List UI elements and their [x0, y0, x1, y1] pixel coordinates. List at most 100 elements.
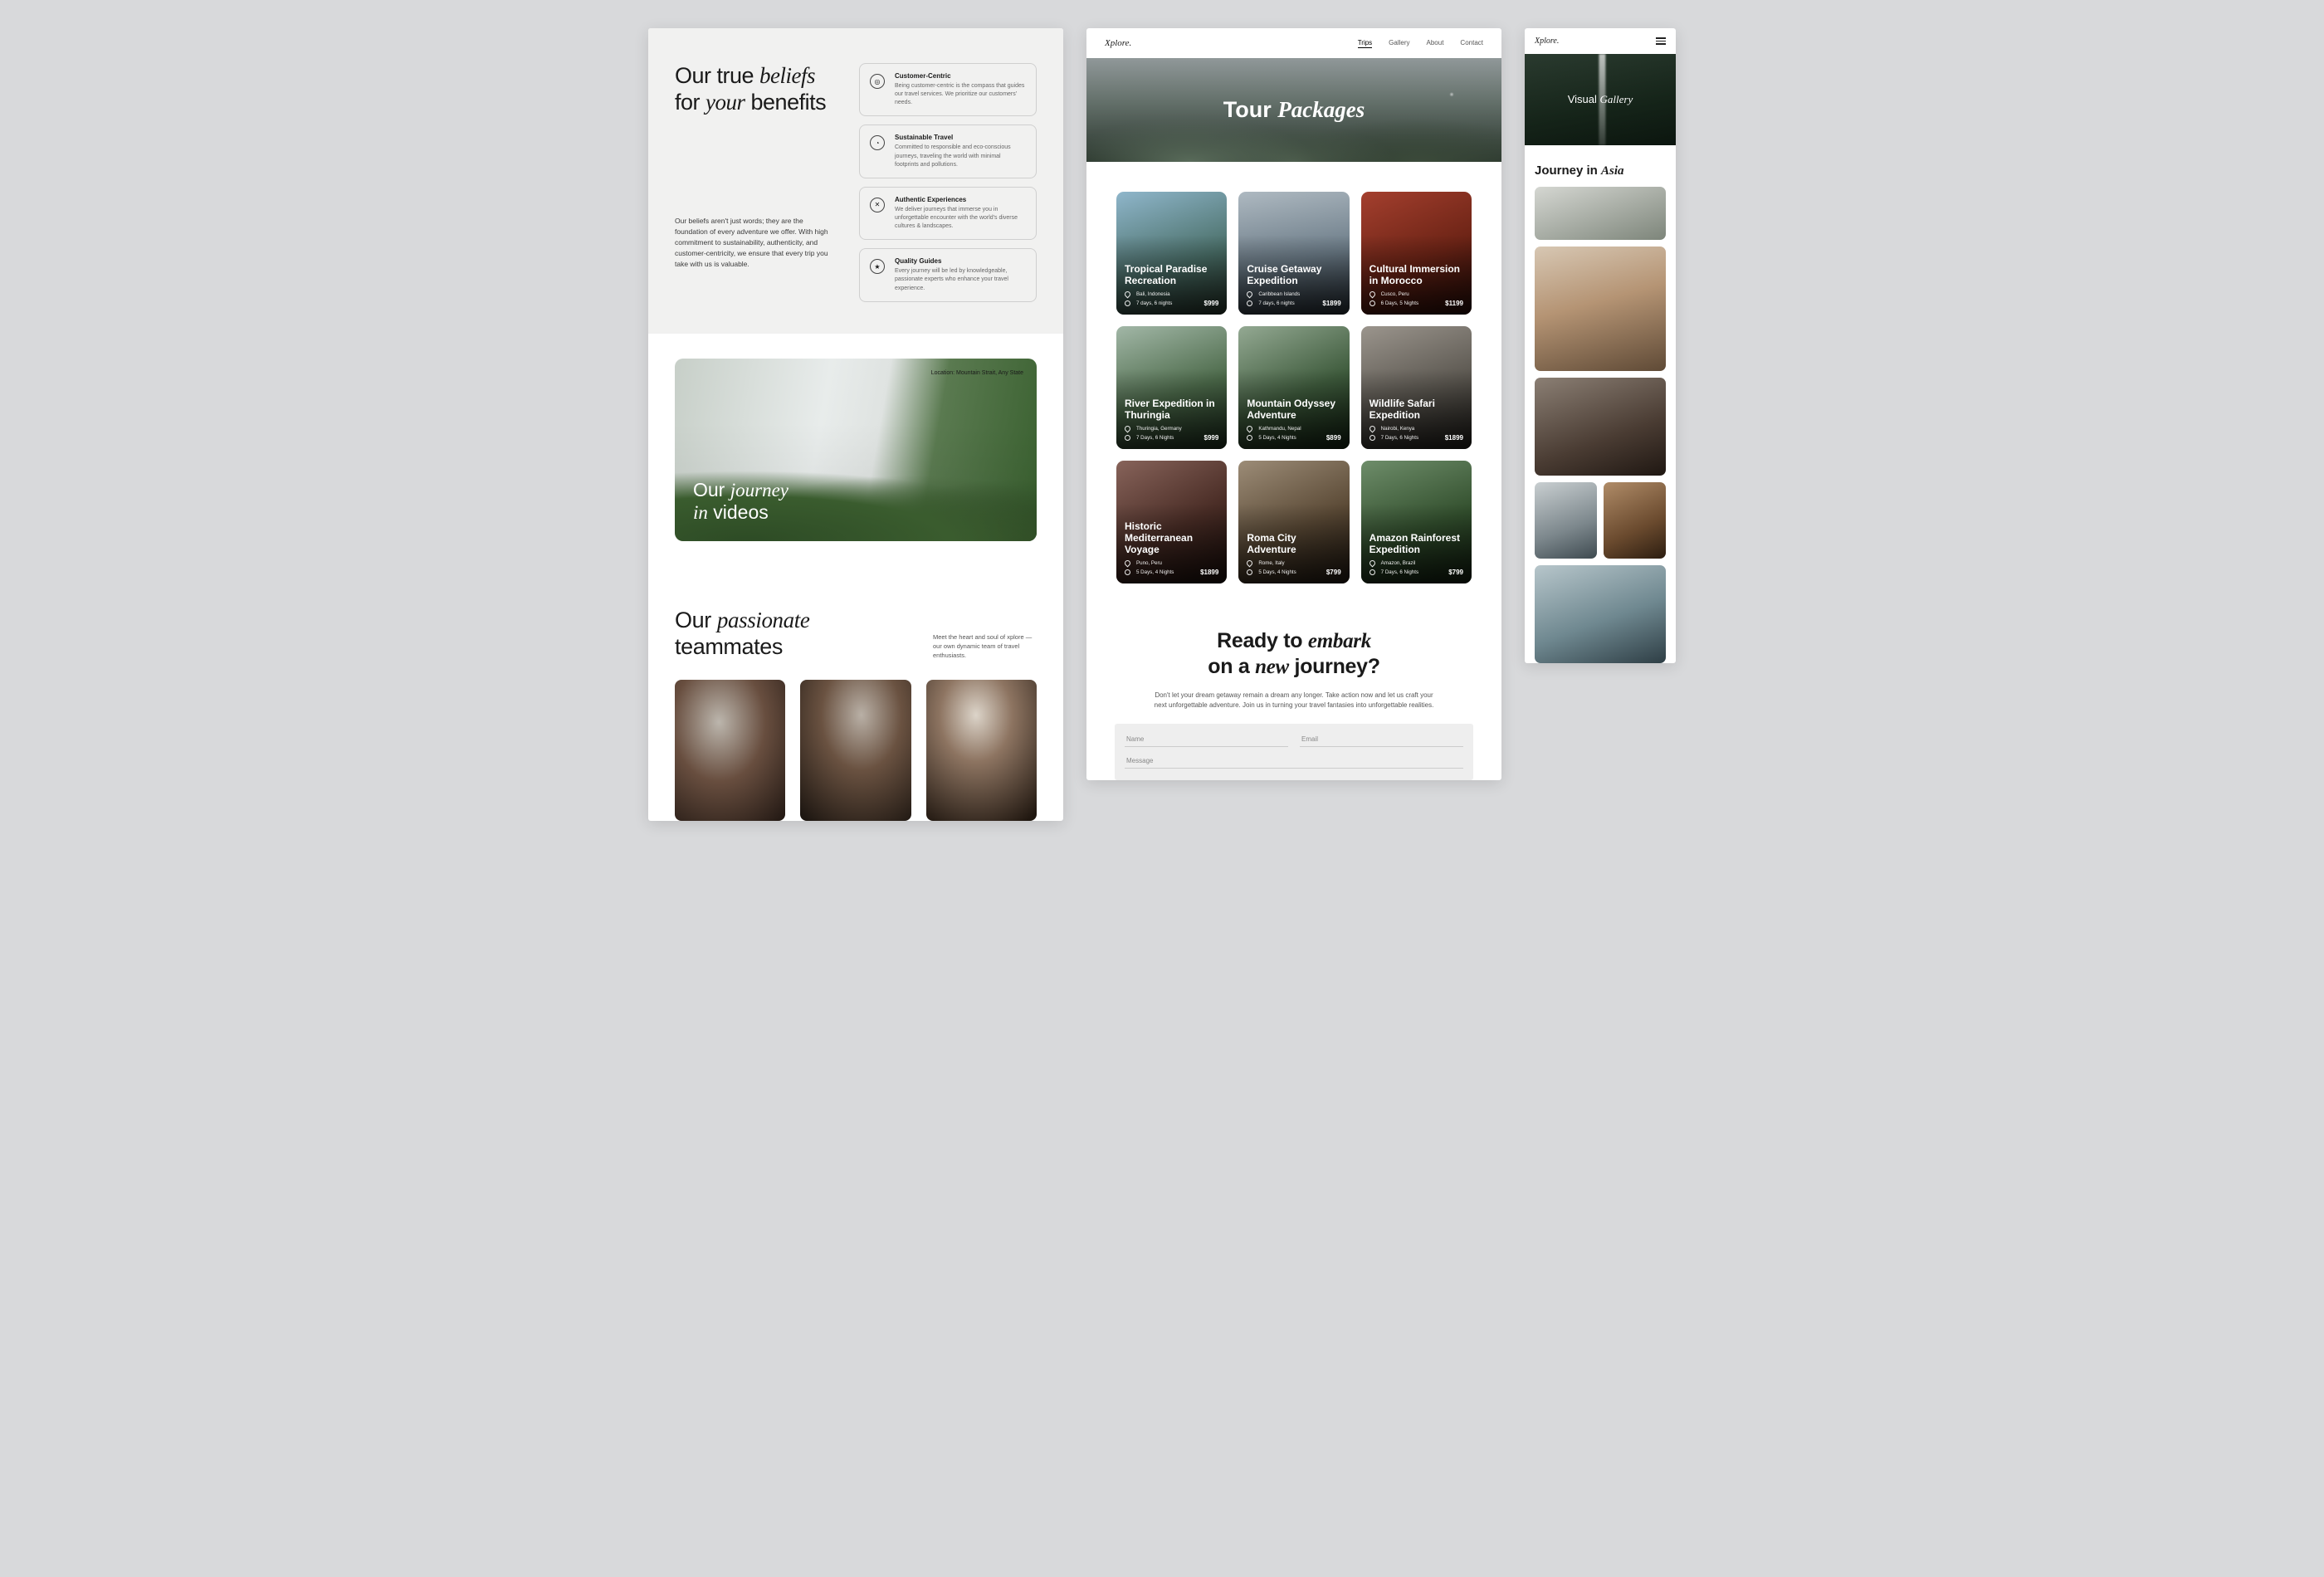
- email-input[interactable]: Email: [1300, 732, 1463, 747]
- tour-title: Wildlife Safari Expedition: [1370, 398, 1463, 421]
- tour-duration: 5 Days, 4 Nights: [1247, 569, 1296, 575]
- tour-title: Roma City Adventure: [1247, 532, 1340, 555]
- tour-price: $1899: [1445, 434, 1463, 442]
- gallery-image[interactable]: [1535, 482, 1597, 559]
- gallery-section-title: Journey in Asia: [1525, 145, 1676, 187]
- tour-duration: 6 Days, 5 Nights: [1370, 300, 1418, 306]
- brand-logo[interactable]: Xplore.: [1535, 37, 1559, 46]
- belief-card[interactable]: ✕ Authentic Experiences We deliver journ…: [859, 187, 1037, 240]
- beliefs-heading: Our true beliefs for your benefits: [675, 63, 837, 116]
- team-desc: Meet the heart and soul of xplore — our …: [933, 632, 1037, 661]
- tour-location: Rome, Italy: [1247, 560, 1340, 566]
- tour-title: Amazon Rainforest Expedition: [1370, 532, 1463, 555]
- hero: Tour Packages: [1086, 58, 1501, 162]
- tour-price: $799: [1326, 569, 1341, 576]
- nav-link-trips[interactable]: Trips: [1358, 39, 1372, 48]
- text-italic: passionate: [717, 608, 810, 632]
- video-title: Our journey in videos: [693, 479, 788, 525]
- top-nav: Xplore. Trips Gallery About Contact: [1086, 28, 1501, 58]
- tour-duration: 7 Days, 6 Nights: [1125, 435, 1174, 441]
- text: Our true: [675, 63, 759, 88]
- tour-location: Cusco, Peru: [1370, 291, 1463, 297]
- gallery-image[interactable]: [1535, 187, 1666, 240]
- belief-desc: Every journey will be led by knowledgeab…: [895, 267, 1026, 292]
- tour-location: Kathmandu, Nepal: [1247, 426, 1340, 432]
- hero-title: Tour Packages: [1223, 97, 1365, 123]
- contact-form: Name Email Message: [1115, 724, 1473, 780]
- hamburger-icon[interactable]: [1656, 37, 1666, 45]
- text-italic: Packages: [1277, 97, 1365, 122]
- belief-desc: We deliver journeys that immerse you in …: [895, 206, 1026, 231]
- tour-card[interactable]: Historic Mediterranean Voyage Puno, Peru…: [1116, 461, 1227, 583]
- tour-card[interactable]: Cruise Getaway Expedition Caribbean Isla…: [1238, 192, 1349, 315]
- nav-link-contact[interactable]: Contact: [1460, 39, 1483, 48]
- tour-location: Nairobi, Kenya: [1370, 426, 1463, 432]
- tour-duration: 5 Days, 4 Nights: [1125, 569, 1174, 575]
- belief-title: Customer-Centric: [895, 72, 1026, 80]
- team-grid: [675, 680, 1037, 821]
- tour-location: Caribbean Islands: [1247, 291, 1340, 297]
- tour-card[interactable]: River Expedition in Thuringia Thuringia,…: [1116, 326, 1227, 449]
- nav-link-gallery[interactable]: Gallery: [1389, 39, 1409, 48]
- text-italic: Gallery: [1600, 93, 1633, 105]
- gallery-image[interactable]: [1604, 482, 1666, 559]
- text-italic: your: [706, 90, 745, 115]
- tour-location: Bali, Indonesia: [1125, 291, 1218, 297]
- beliefs-section: Our true beliefs for your benefits Our b…: [648, 28, 1063, 334]
- tour-card[interactable]: Amazon Rainforest Expedition Amazon, Bra…: [1361, 461, 1472, 583]
- text-italic: new: [1255, 656, 1289, 678]
- text: Our: [675, 608, 717, 632]
- tour-duration: 7 Days, 6 Nights: [1370, 569, 1418, 575]
- message-input[interactable]: Message: [1125, 754, 1463, 769]
- belief-desc: Committed to responsible and eco-conscio…: [895, 144, 1026, 168]
- gallery-hero-title: Visual Gallery: [1568, 93, 1633, 106]
- gallery-grid: [1525, 187, 1676, 663]
- text: for: [675, 90, 706, 115]
- compass-icon: ✕: [870, 198, 885, 212]
- tour-title: Tropical Paradise Recreation: [1125, 263, 1218, 286]
- text-italic: embark: [1308, 630, 1371, 652]
- belief-title: Sustainable Travel: [895, 134, 1026, 141]
- tour-card[interactable]: Roma City Adventure Rome, Italy 5 Days, …: [1238, 461, 1349, 583]
- gallery-image[interactable]: [1535, 247, 1666, 371]
- tour-card[interactable]: Mountain Odyssey Adventure Kathmandu, Ne…: [1238, 326, 1349, 449]
- tour-title: River Expedition in Thuringia: [1125, 398, 1218, 421]
- text: Ready to: [1217, 629, 1308, 652]
- text: Visual: [1568, 93, 1600, 105]
- text: Our: [693, 479, 730, 500]
- video-location: Location: Mountain Strait, Any State: [931, 370, 1023, 376]
- tour-card[interactable]: Cultural Immersion in Morocco Cusco, Per…: [1361, 192, 1472, 315]
- tour-duration: 7 Days, 6 Nights: [1370, 435, 1418, 441]
- tour-price: $999: [1204, 434, 1219, 442]
- text: journey?: [1289, 655, 1380, 678]
- team-member-photo[interactable]: [800, 680, 911, 821]
- belief-card[interactable]: ◔ Sustainable Travel Committed to respon…: [859, 124, 1037, 178]
- tour-location: Thuringia, Germany: [1125, 426, 1218, 432]
- leaf-icon: ◔: [870, 135, 885, 150]
- tour-price: $1899: [1200, 569, 1218, 576]
- nav-link-about[interactable]: About: [1427, 39, 1444, 48]
- team-member-photo[interactable]: [926, 680, 1037, 821]
- name-input[interactable]: Name: [1125, 732, 1288, 747]
- beliefs-cards: ◎ Customer-Centric Being customer-centri…: [859, 63, 1037, 302]
- cta-heading: Ready to embark on a new journey?: [1120, 628, 1468, 681]
- belief-card[interactable]: ★ Quality Guides Every journey will be l…: [859, 248, 1037, 301]
- text: Journey in: [1535, 164, 1601, 178]
- belief-card[interactable]: ◎ Customer-Centric Being customer-centri…: [859, 63, 1037, 116]
- gallery-image[interactable]: [1535, 565, 1666, 663]
- tour-title: Mountain Odyssey Adventure: [1247, 398, 1340, 421]
- tour-duration: 7 days, 6 nights: [1247, 300, 1294, 306]
- brand-logo[interactable]: Xplore.: [1105, 38, 1131, 48]
- star-icon: ★: [870, 259, 885, 274]
- tour-price: $799: [1448, 569, 1463, 576]
- text: on a: [1208, 655, 1255, 678]
- team-heading: Our passionate teammates: [675, 608, 809, 661]
- team-member-photo[interactable]: [675, 680, 785, 821]
- mobile-nav: Xplore.: [1525, 28, 1676, 54]
- tour-card[interactable]: Tropical Paradise Recreation Bali, Indon…: [1116, 192, 1227, 315]
- tour-card[interactable]: Wildlife Safari Expedition Nairobi, Keny…: [1361, 326, 1472, 449]
- gallery-mobile-panel: Xplore. Visual Gallery Journey in Asia: [1525, 28, 1676, 663]
- journey-video[interactable]: Location: Mountain Strait, Any State Our…: [675, 359, 1037, 541]
- text-italic: journey: [730, 480, 788, 500]
- gallery-image[interactable]: [1535, 378, 1666, 476]
